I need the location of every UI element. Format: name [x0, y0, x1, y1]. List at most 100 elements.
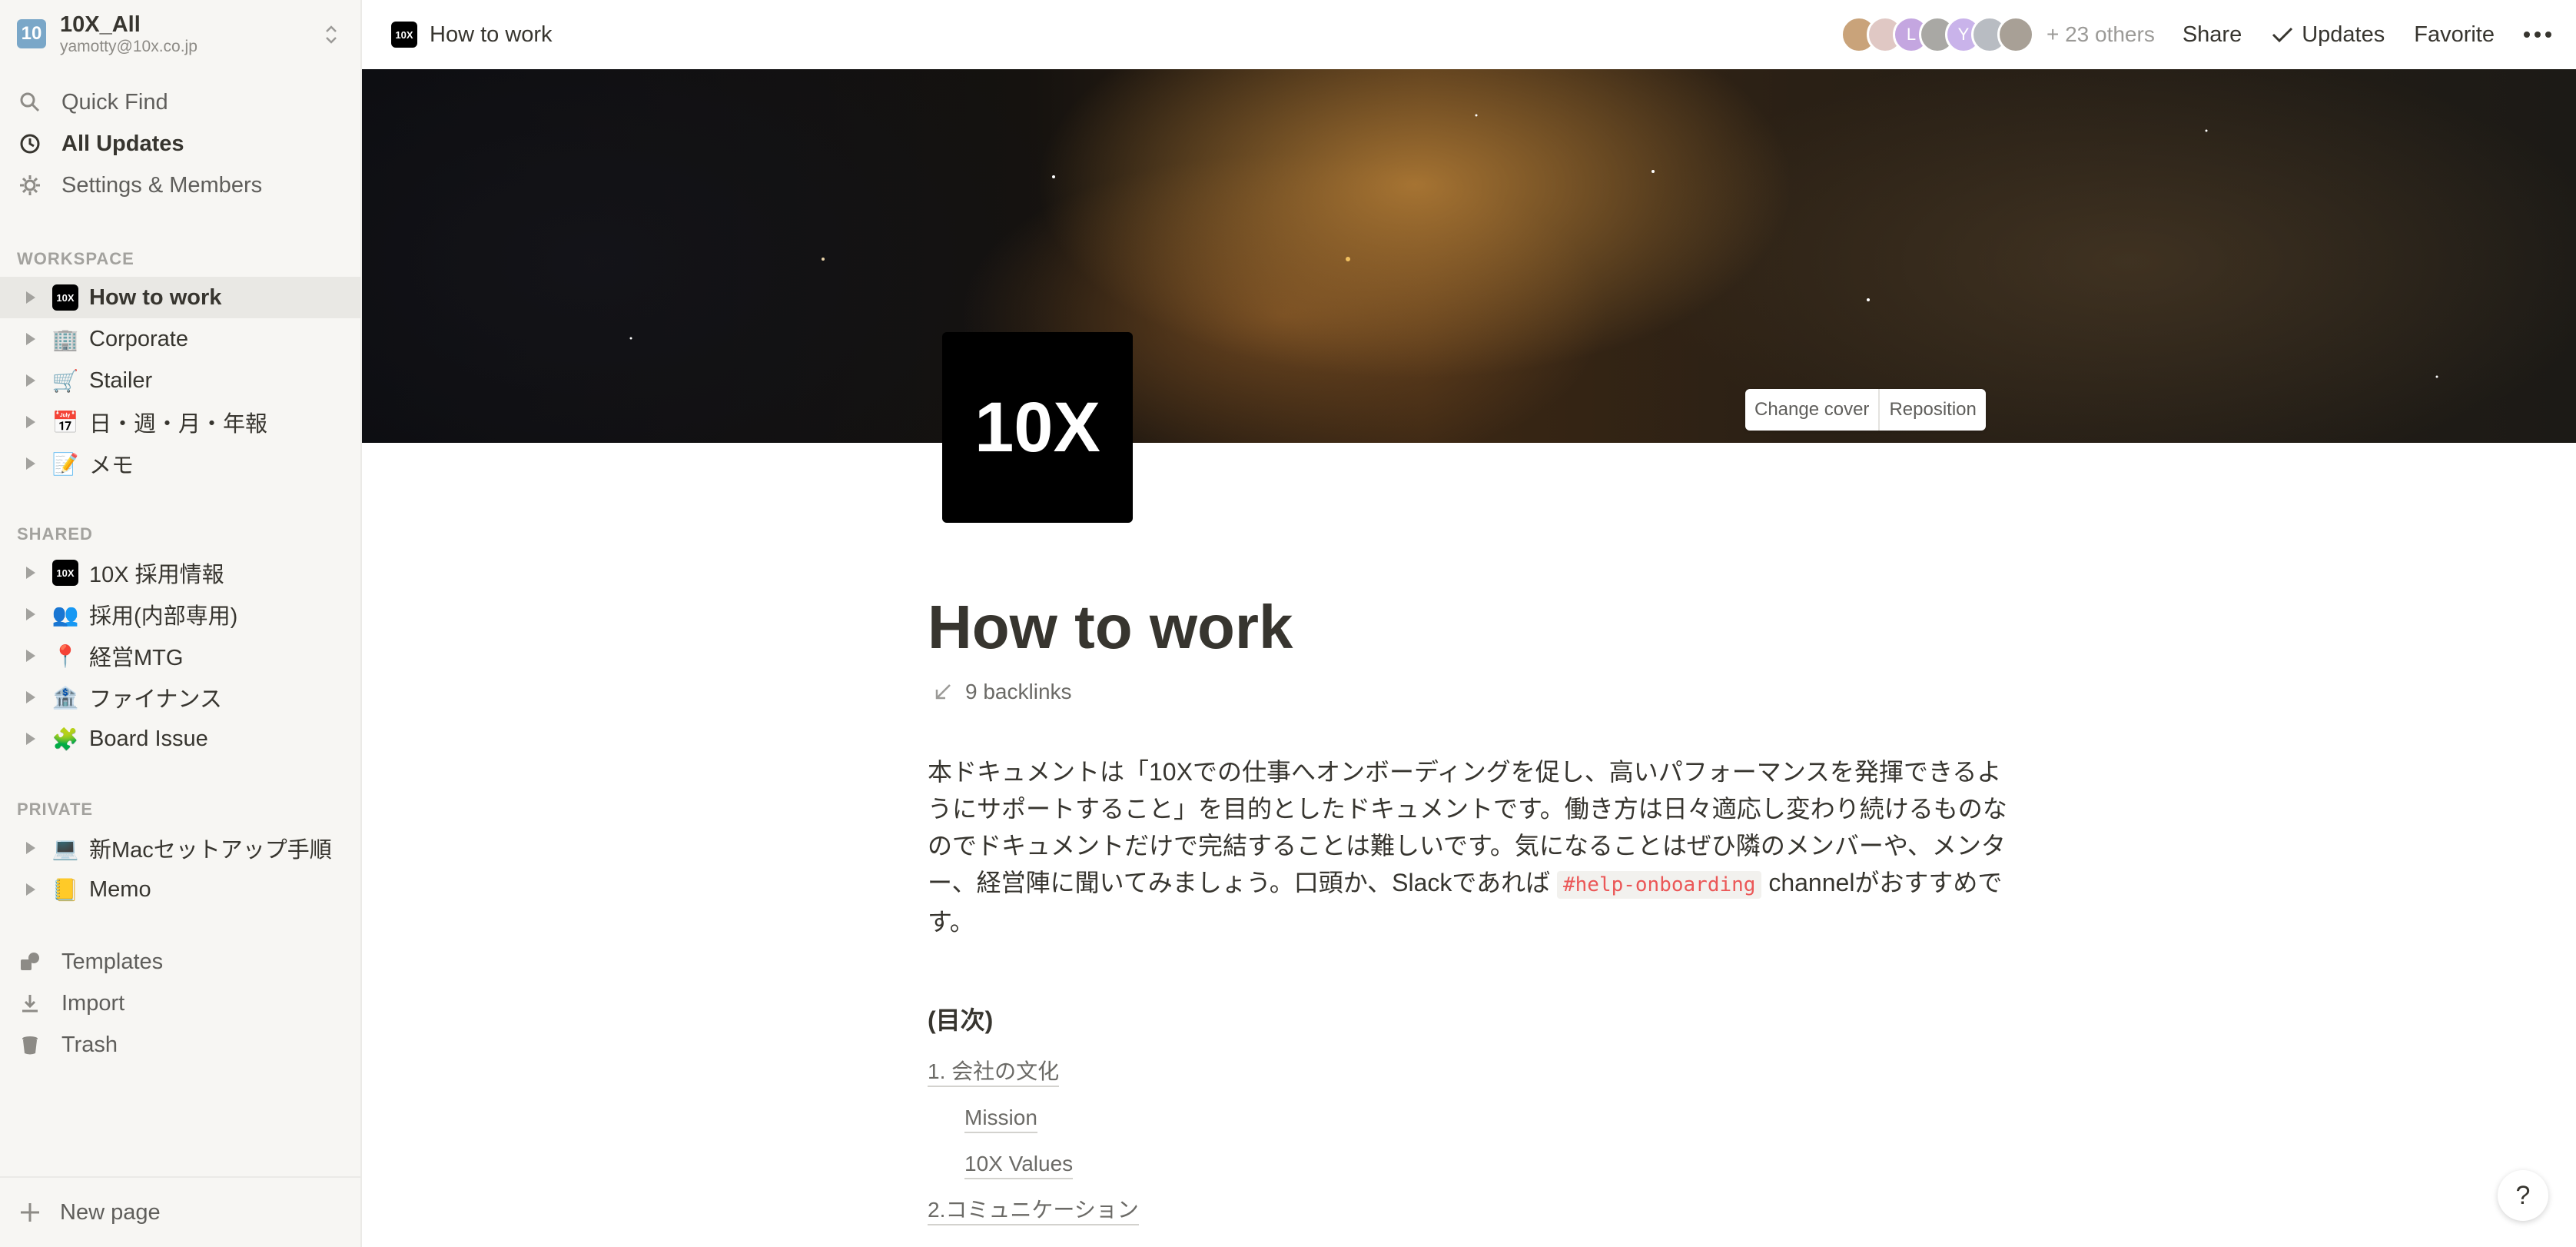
expand-triangle-icon[interactable]: [26, 733, 35, 745]
breadcrumb-title: How to work: [430, 22, 553, 47]
sidebar-page-recruiting-internal[interactable]: 👥 採用(内部専用): [0, 594, 360, 635]
expand-triangle-icon[interactable]: [26, 842, 35, 854]
sidebar-page-label: メモ: [89, 454, 134, 478]
backlinks-button[interactable]: 9 backlinks: [933, 680, 1072, 704]
sidebar-page-label: 採用(内部専用): [89, 604, 238, 629]
sidebar-page-label: 経営MTG: [89, 646, 184, 670]
workspace-email: yamotty@10x.co.jp: [60, 38, 198, 55]
nebula-stars: [629, 114, 2438, 378]
10x-logo-icon: 10X: [52, 284, 78, 311]
memo-icon: 📝: [51, 451, 79, 476]
collaborator-avatars[interactable]: L Y: [1840, 16, 2034, 53]
workspace-name: 10X_All: [60, 12, 141, 37]
sidebar-page-mac-setup[interactable]: 💻 新Macセットアップ手順: [0, 827, 360, 869]
sidebar-page-label: Stailer: [89, 367, 153, 393]
section-label-private: PRIVATE: [17, 800, 94, 819]
download-icon: [17, 990, 43, 1016]
expand-triangle-icon[interactable]: [26, 883, 35, 896]
sidebar-page-stailer[interactable]: 🛒 Stailer: [0, 360, 360, 401]
chevron-updown-icon: [326, 25, 337, 44]
expand-triangle-icon[interactable]: [26, 567, 35, 579]
breadcrumb[interactable]: 10X How to work: [391, 22, 553, 48]
trash-icon: [17, 1032, 43, 1058]
pin-icon: 📍: [51, 643, 79, 668]
import-button[interactable]: Import: [0, 983, 360, 1024]
import-label: Import: [61, 990, 125, 1016]
cover-controls: Change cover Reposition: [1745, 389, 1986, 431]
laptop-icon: 💻: [51, 836, 79, 860]
sidebar-page-label: ファイナンス: [89, 687, 222, 712]
sidebar-page-how-to-work[interactable]: 10X How to work: [0, 277, 360, 318]
expand-triangle-icon[interactable]: [26, 650, 35, 662]
section-label-workspace: WORKSPACE: [17, 249, 134, 268]
office-building-icon: 🏢: [51, 327, 79, 351]
avatar: [1997, 16, 2034, 53]
sidebar-page-memo[interactable]: 📒 Memo: [0, 869, 360, 910]
updates-label: Updates: [2302, 22, 2385, 47]
trash-label: Trash: [61, 1032, 118, 1057]
calendar-icon: 📅: [51, 410, 79, 434]
10x-logo-icon: 10X: [391, 22, 417, 48]
sidebar-page-label: Memo: [89, 876, 151, 902]
intro-paragraph[interactable]: 本ドキュメントは「10Xでの仕事へオンボーディングを促し、高いパフォーマンスを発…: [928, 753, 2011, 940]
toc-heading: (目次): [928, 1006, 994, 1034]
others-count[interactable]: + 23 others: [2047, 22, 2155, 47]
reposition-button[interactable]: Reposition: [1878, 389, 1985, 431]
templates-label: Templates: [61, 949, 164, 974]
page-icon[interactable]: 10X: [942, 332, 1133, 523]
workspace-switcher[interactable]: 10 10X_All yamotty@10x.co.jp: [0, 0, 360, 68]
expand-triangle-icon[interactable]: [26, 457, 35, 470]
inline-code-channel: #help-onboarding: [1556, 871, 1762, 899]
expand-triangle-icon[interactable]: [26, 608, 35, 620]
clock-icon: [17, 131, 43, 157]
sidebar-page-memo-jp[interactable]: 📝 メモ: [0, 443, 360, 484]
page-title[interactable]: How to work: [928, 592, 1293, 663]
toc-link[interactable]: 1. 会社の文化: [928, 1058, 1060, 1087]
templates-icon: [17, 949, 43, 975]
quick-find-button[interactable]: Quick Find: [0, 81, 360, 123]
section-label-shared: SHARED: [17, 524, 93, 544]
sidebar-page-recruiting-info[interactable]: 10X 10X 採用情報: [0, 552, 360, 594]
trash-button[interactable]: Trash: [0, 1024, 360, 1066]
favorite-button[interactable]: Favorite: [2414, 22, 2495, 48]
help-button[interactable]: ?: [2498, 1170, 2548, 1221]
notebook-icon: 📒: [51, 877, 79, 902]
templates-button[interactable]: Templates: [0, 941, 360, 983]
toc-link[interactable]: Mission: [964, 1104, 1037, 1133]
updates-button[interactable]: Updates: [2271, 22, 2385, 48]
search-icon: [17, 89, 43, 115]
sidebar-page-label: How to work: [89, 284, 222, 310]
sidebar: 10 10X_All yamotty@10x.co.jp Quick Find …: [0, 0, 362, 1247]
sidebar-page-label: 新Macセットアップ手順: [89, 838, 332, 863]
toc-link[interactable]: 2.コミュニケーション: [928, 1196, 1139, 1225]
more-options-icon[interactable]: [2524, 32, 2551, 38]
arrow-down-left-icon: [935, 684, 951, 700]
change-cover-button[interactable]: Change cover: [1745, 389, 1878, 431]
all-updates-button[interactable]: All Updates: [0, 123, 360, 165]
gear-icon: [17, 172, 43, 198]
share-button[interactable]: Share: [2183, 22, 2242, 48]
page-cover: Change cover Reposition: [362, 69, 2576, 443]
new-page-button[interactable]: New page: [0, 1176, 360, 1247]
expand-triangle-icon[interactable]: [26, 333, 35, 345]
puzzle-icon: 🧩: [51, 727, 79, 751]
sidebar-page-reports[interactable]: 📅 日・週・月・年報: [0, 401, 360, 443]
sidebar-page-finance[interactable]: 🏦 ファイナンス: [0, 677, 360, 718]
backlinks-label: 9 backlinks: [965, 680, 1072, 703]
all-updates-label: All Updates: [61, 131, 184, 156]
expand-triangle-icon[interactable]: [26, 691, 35, 703]
sidebar-page-management-mtg[interactable]: 📍 経営MTG: [0, 635, 360, 677]
expand-triangle-icon[interactable]: [26, 291, 35, 304]
settings-members-button[interactable]: Settings & Members: [0, 165, 360, 206]
sidebar-page-corporate[interactable]: 🏢 Corporate: [0, 318, 360, 360]
toc-link[interactable]: 10X Values: [964, 1150, 1074, 1179]
quick-find-label: Quick Find: [61, 89, 168, 115]
workspace-logo: 10: [17, 19, 46, 48]
topbar: 10X How to work L Y + 23 others Share Up…: [362, 0, 2576, 69]
10x-logo-icon: 10X: [52, 560, 78, 586]
expand-triangle-icon[interactable]: [26, 374, 35, 387]
expand-triangle-icon[interactable]: [26, 416, 35, 428]
bank-icon: 🏦: [51, 685, 79, 710]
sidebar-page-board-issue[interactable]: 🧩 Board Issue: [0, 718, 360, 760]
new-page-label: New page: [60, 1199, 161, 1225]
